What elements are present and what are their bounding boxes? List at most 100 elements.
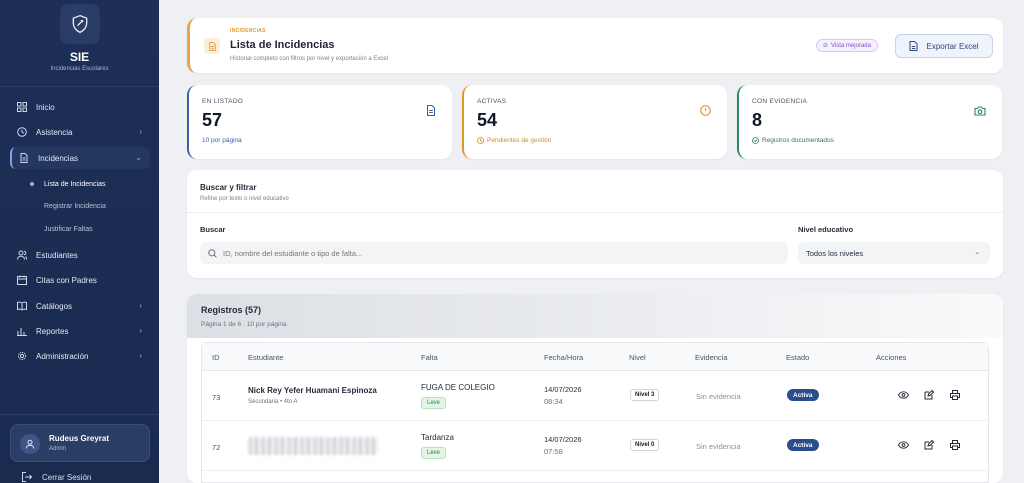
evidence-status: Sin evidencia (696, 442, 741, 451)
print-icon[interactable] (949, 439, 961, 451)
falta-name: Tardanza (421, 433, 454, 442)
user-role: Admin (49, 446, 67, 452)
export-excel-button[interactable]: Exportar Excel (895, 34, 993, 58)
sidebar-item-label: Reportes (36, 326, 69, 336)
sidebar-item-citas[interactable]: Citas con Padres (10, 271, 150, 289)
chevron-right-icon: › (139, 127, 142, 136)
falta-name: FUGA DE COLEGIO (421, 383, 495, 392)
edit-icon[interactable] (923, 439, 935, 451)
bullet-icon (30, 227, 34, 231)
edit-icon[interactable] (923, 389, 935, 401)
chevron-down-icon: ⌄ (135, 153, 142, 162)
records-panel: Registros (57) Página 1 de 6 · 10 por pá… (187, 294, 1003, 483)
user-card[interactable]: Rudeus Greyrat Admin (10, 424, 150, 462)
column-header[interactable]: Nivel (629, 353, 646, 362)
clock-icon (477, 137, 484, 144)
stat-value: 8 (752, 110, 763, 130)
avatar (20, 434, 40, 454)
stat-note: Pendientes de gestión (477, 137, 551, 144)
severity-badge: Leve (421, 447, 447, 459)
status-badge: Activa (787, 439, 819, 451)
severity-badge: Leve (421, 397, 447, 409)
stat-card-evidencia: CON EVIDENCIA 8 Registros documentados (737, 85, 1002, 159)
sidebar-divider (0, 86, 159, 87)
subnav-item-justificar[interactable]: Justificar Faltas (30, 222, 93, 236)
level-label: Nivel educativo (798, 225, 854, 234)
document-icon (204, 38, 220, 54)
sidebar-item-reportes[interactable]: Reportes › (10, 322, 150, 340)
filter-divider (187, 212, 1003, 213)
column-header[interactable]: Estado (786, 353, 809, 362)
student-name: Nick Rey Yefer Huamani Espinoza (248, 386, 377, 395)
view-eye-icon[interactable] (897, 389, 909, 401)
search-input[interactable] (223, 248, 763, 258)
subnav-label: Lista de Incidencias (44, 180, 106, 188)
file-icon (909, 41, 918, 51)
table-header-row: ID Estudiante Falta Fecha/Hora Nivel Evi… (202, 343, 988, 371)
column-header[interactable]: Evidencia (695, 353, 728, 362)
sidebar-item-catalogos[interactable]: Catálogos › (10, 297, 150, 315)
document-icon (18, 152, 30, 164)
page-title: Lista de Incidencias (230, 39, 335, 51)
subnav-item-lista[interactable]: Lista de Incidencias (30, 177, 105, 191)
column-header[interactable]: Fecha/Hora (544, 353, 583, 362)
records-table: ID Estudiante Falta Fecha/Hora Nivel Evi… (201, 342, 989, 483)
column-header[interactable]: Acciones (876, 353, 906, 362)
check-circle-icon (752, 137, 759, 144)
stat-value: 57 (202, 110, 223, 130)
sidebar-item-asistencia[interactable]: Asistencia › (10, 123, 150, 141)
chevron-right-icon: › (139, 326, 142, 335)
search-field[interactable] (200, 242, 788, 264)
redacted-student-name (248, 437, 378, 455)
sidebar-item-incidencias[interactable]: Incidencias ⌄ (10, 147, 150, 169)
sidebar-divider (0, 414, 159, 415)
sparkle-icon: ⊘ (823, 43, 829, 49)
stat-label: ACTIVAS (477, 98, 507, 105)
chevron-right-icon: › (139, 351, 142, 360)
grid-icon (16, 101, 28, 113)
sidebar-item-label: Incidencias (38, 153, 79, 163)
page-eyebrow: INCIDENCIAS (230, 28, 266, 34)
export-label: Exportar Excel (926, 41, 979, 51)
row-date: 14/07/2026 (544, 385, 582, 394)
users-icon (16, 249, 28, 261)
brand-subtitle: Incidencias Escolares (50, 66, 109, 72)
clock-icon (16, 126, 28, 138)
search-icon (208, 248, 217, 258)
shield-logo-icon (60, 4, 100, 44)
records-title: Registros (57) (201, 305, 262, 315)
calendar-icon (16, 274, 28, 286)
book-icon (16, 300, 28, 312)
evidence-status: Sin evidencia (696, 392, 741, 401)
sidebar-item-label: Inicio (36, 102, 55, 112)
subnav-item-registrar[interactable]: Registrar Incidencia (30, 199, 106, 213)
column-header[interactable]: ID (212, 353, 220, 362)
document-icon (426, 103, 436, 121)
level-select[interactable]: Todos los niveles ⌄ (798, 242, 990, 264)
view-eye-icon[interactable] (897, 439, 909, 451)
page-subtitle: Historial completo con filtros por nivel… (230, 56, 389, 62)
row-time: 07:58 (544, 447, 563, 456)
records-pagination-info: Página 1 de 6 · 10 por página (201, 321, 287, 328)
table-row[interactable]: 73 Nick Rey Yefer Huamani Espinoza Secun… (202, 371, 988, 421)
logout-icon (22, 472, 32, 482)
row-id: 73 (212, 393, 221, 402)
sidebar-item-inicio[interactable]: Inicio (10, 98, 150, 116)
sidebar: SIE Incidencias Escolares Inicio Asisten… (0, 0, 159, 483)
stat-label: EN LISTADO (202, 98, 244, 105)
table-row[interactable]: 72 Tardanza Leve 14/07/2026 07:58 Nivel … (202, 421, 988, 471)
subnav-label: Justificar Faltas (44, 225, 93, 233)
logout-label: Cerrar Sesión (42, 472, 92, 482)
stat-label: CON EVIDENCIA (752, 98, 808, 105)
level-badge: Nivel 0 (630, 439, 660, 451)
stat-card-listado: EN LISTADO 57 10 por página (187, 85, 452, 159)
column-header[interactable]: Estudiante (248, 353, 283, 362)
stat-card-activas: ACTIVAS 54 Pendientes de gestión (462, 85, 727, 159)
alert-circle-icon (700, 103, 711, 121)
sidebar-item-administracion[interactable]: Administración › (10, 347, 150, 365)
print-icon[interactable] (949, 389, 961, 401)
filter-title: Buscar y filtrar (200, 183, 257, 192)
sidebar-item-estudiantes[interactable]: Estudiantes (10, 246, 150, 264)
column-header[interactable]: Falta (421, 353, 438, 362)
logout-button[interactable]: Cerrar Sesión (22, 472, 91, 482)
